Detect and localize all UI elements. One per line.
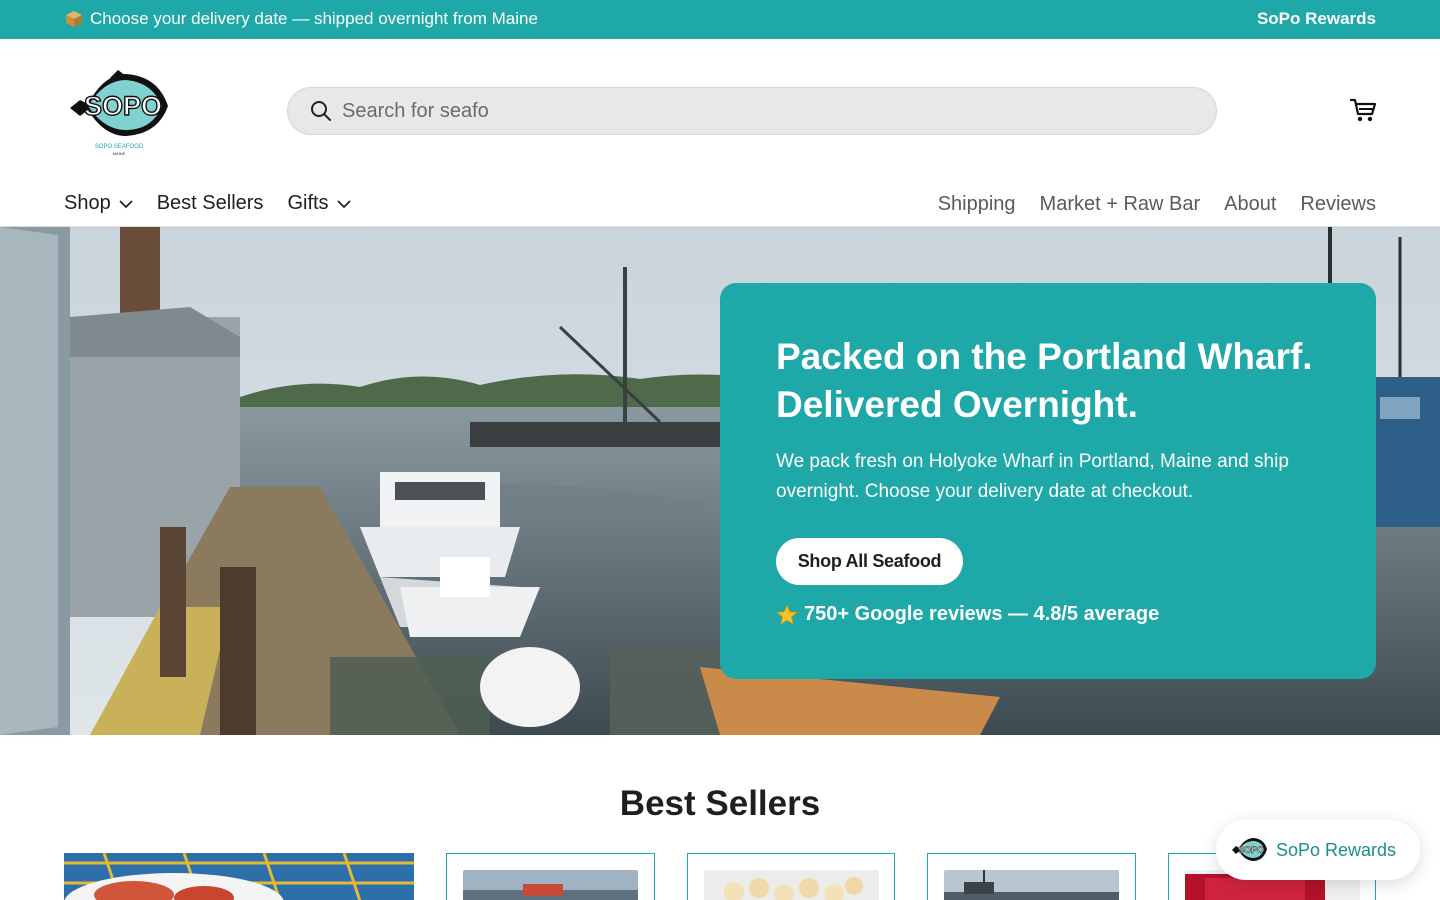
harbor-image — [463, 870, 638, 900]
primary-nav: Shop Best Sellers Gifts — [64, 192, 351, 215]
scallops-image — [704, 870, 879, 900]
nav-item-best-sellers[interactable]: Best Sellers — [157, 192, 264, 215]
shop-all-seafood-button[interactable]: Shop All Seafood — [776, 538, 963, 585]
product-card[interactable] — [64, 853, 414, 900]
nav-item-gifts[interactable]: Gifts — [287, 192, 351, 215]
nav-item-about[interactable]: About — [1224, 193, 1276, 216]
nav-item-shop[interactable]: Shop — [64, 192, 133, 215]
chevron-down-icon — [119, 199, 133, 208]
package-icon — [66, 11, 82, 27]
product-card[interactable] — [927, 853, 1136, 900]
hero-card: Packed on the Portland Wharf. Delivered … — [720, 283, 1376, 679]
secondary-nav: Shipping Market + Raw Bar About Reviews — [938, 193, 1376, 216]
nav-label-shop: Shop — [64, 192, 111, 214]
announcement-message: Choose your delivery date — shipped over… — [64, 9, 538, 29]
best-sellers-title: Best Sellers — [619, 784, 821, 823]
lobster-tray-image — [64, 853, 414, 900]
search-icon — [311, 101, 331, 121]
hero-title-line2: Delivered Overnight. — [776, 384, 1138, 425]
reviews-text: 750+ Google reviews — 4.8/5 average — [804, 603, 1160, 625]
nav-item-reviews[interactable]: Reviews — [1300, 193, 1376, 216]
hero-title: Packed on the Portland Wharf. Delivered … — [776, 333, 1336, 429]
hero-description: We pack fresh on Holyoke Wharf in Portla… — [776, 451, 1289, 502]
logo-subtext: SOPO SEAFOOD — [95, 144, 144, 150]
nav-item-shipping[interactable]: Shipping — [938, 193, 1016, 216]
nav-item-market-raw-bar[interactable]: Market + Raw Bar — [1040, 193, 1201, 216]
rewards-widget-button[interactable]: SOPO SoPo Rewards — [1216, 820, 1420, 880]
announcement-text: Choose your delivery date — shipped over… — [90, 9, 538, 28]
cart-icon[interactable] — [1349, 96, 1377, 124]
sopo-mini-logo-icon: SOPO — [1232, 838, 1267, 861]
hero-reviews: 750+ Google reviews — 4.8/5 average — [776, 603, 1159, 626]
logo-text: SOPO — [84, 91, 162, 121]
sopo-logo[interactable]: SOPO SOPO SEAFOOD MAINE — [66, 70, 172, 156]
product-card[interactable] — [446, 853, 655, 900]
search-bar[interactable] — [287, 87, 1217, 135]
rewards-widget-label: SoPo Rewards — [1276, 839, 1397, 860]
star-icon — [776, 603, 798, 625]
search-input[interactable] — [342, 91, 1216, 131]
hero-title-line1: Packed on the Portland Wharf. — [776, 336, 1313, 377]
rewards-link[interactable]: SoPo Rewards — [1257, 9, 1376, 29]
svg-text:SOPO: SOPO — [1238, 845, 1264, 855]
logo-subtext-maine: MAINE — [113, 151, 126, 156]
nav-label-best-sellers: Best Sellers — [156, 192, 264, 214]
wharf-image — [944, 870, 1119, 900]
chevron-down-icon — [336, 199, 351, 208]
announcement-bar: Choose your delivery date — shipped over… — [0, 0, 1440, 39]
product-card[interactable] — [687, 853, 895, 900]
nav-label-gifts: Gifts — [287, 192, 329, 214]
